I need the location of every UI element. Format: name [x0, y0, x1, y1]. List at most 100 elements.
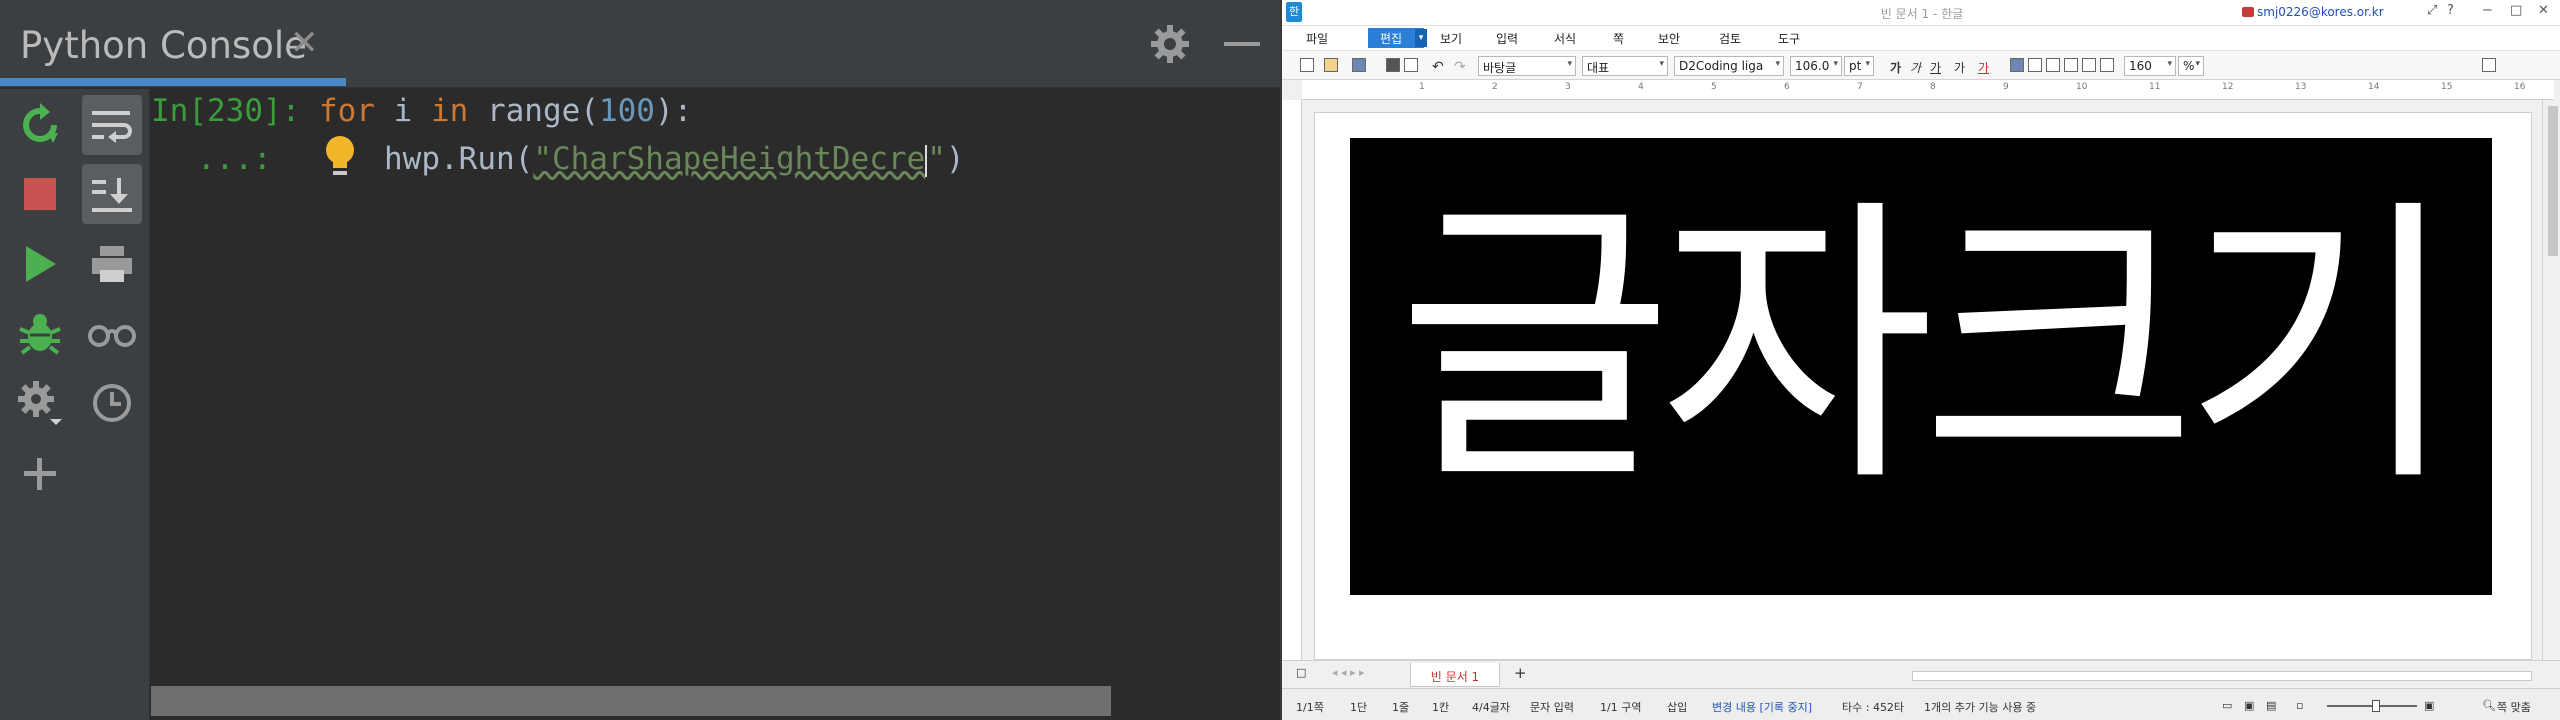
save-icon[interactable]	[1352, 58, 1366, 72]
horizontal-ruler[interactable]: 1 2 3 4 5 6 7 8 9 10 11 12 13 14 15 16	[1302, 80, 2554, 100]
formatting-toolbar: ↶ ↷ 바탕글 대표 D2Coding liga 106.0 pt 가 가 가 …	[1282, 50, 2560, 80]
view-mode-icon[interactable]: ▭	[2222, 699, 2232, 712]
menubar: 파일 편집 ▾ 보기 입력 서식 쪽 보안 검토 도구	[1282, 26, 2560, 50]
console-editor[interactable]: In[230]: for i in range(100): ...: hwp.R…	[151, 89, 1280, 720]
bold-button[interactable]: 가	[1890, 59, 1901, 76]
font-select[interactable]: D2Coding liga	[1674, 56, 1784, 76]
ruler-tick: 15	[2441, 82, 2453, 92]
tab-list-icon[interactable]: □	[1296, 666, 1306, 679]
status-insert[interactable]: 삽입	[1667, 699, 1687, 715]
rerun-icon[interactable]	[10, 95, 70, 155]
toolbar-more-icon[interactable]	[2482, 58, 2496, 72]
ruler-tick: 6	[1784, 82, 1790, 92]
split-align-icon[interactable]	[2100, 58, 2114, 72]
lightbulb-icon[interactable]	[322, 134, 358, 180]
settings-icon[interactable]	[10, 373, 70, 433]
font-size-input[interactable]: 106.0	[1790, 56, 1842, 76]
document-area[interactable]: 글자크기	[1302, 100, 2542, 660]
menu-tools[interactable]: 도구	[1778, 30, 1800, 47]
line-spacing-unit-select[interactable]: %	[2178, 56, 2204, 76]
print-icon[interactable]	[82, 234, 142, 294]
console-tab-title: Python Console	[20, 24, 307, 67]
add-tab-icon[interactable]: +	[1514, 664, 1527, 682]
horizontal-scrollbar[interactable]	[151, 686, 1111, 716]
status-area: 1/1 구역	[1600, 701, 1642, 714]
style-select[interactable]: 바탕글	[1478, 56, 1576, 76]
align-center-icon[interactable]	[2064, 58, 2078, 72]
language-select[interactable]: 대표	[1582, 56, 1668, 76]
document-page[interactable]: 글자크기	[1314, 112, 2532, 660]
window-minimize-icon[interactable]: −	[2482, 3, 2493, 18]
menu-file[interactable]: 파일	[1306, 30, 1328, 47]
ruler-tick: 4	[1638, 82, 1644, 92]
font-color-button[interactable]: 가	[1978, 59, 1989, 76]
vertical-ruler[interactable]	[1282, 100, 1302, 660]
menu-insert[interactable]: 입력	[1496, 30, 1518, 47]
window-restore-icon[interactable]: □	[2510, 3, 2522, 18]
italic-button[interactable]: 가	[1910, 59, 1921, 76]
horizontal-scrollbar-doc[interactable]	[1912, 671, 2532, 681]
chevron-down-icon[interactable]: ▾	[1415, 29, 1427, 47]
active-tab-indicator	[0, 78, 346, 86]
zoom-in-icon[interactable]: ▣	[2424, 699, 2434, 712]
document-tab[interactable]: 빈 문서 1	[1410, 663, 1500, 687]
status-typing-speed: 타수 : 452타	[1842, 701, 1905, 714]
console-tab[interactable]: Python Console ✕	[0, 0, 346, 88]
multi-page-icon[interactable]: ▤	[2266, 699, 2276, 712]
minimize-icon[interactable]	[1224, 42, 1260, 46]
distribute-icon[interactable]	[2082, 58, 2096, 72]
status-page[interactable]: 1/1쪽	[1296, 699, 1324, 715]
scroll-to-end-icon[interactable]	[82, 164, 142, 224]
line-spacing-input[interactable]: 160	[2124, 56, 2176, 76]
printer-icon[interactable]	[1386, 58, 1400, 72]
stop-icon[interactable]	[10, 164, 70, 224]
undo-icon[interactable]: ↶	[1432, 59, 1444, 75]
fullscreen-icon[interactable]: ⤢	[2427, 3, 2437, 18]
run-icon[interactable]	[10, 234, 70, 294]
zoom-slider-handle[interactable]	[2372, 700, 2380, 712]
status-addons[interactable]: 1개의 추가 기능 사용 중	[1924, 699, 2036, 715]
align-justify-icon[interactable]	[2010, 58, 2024, 72]
close-icon[interactable]: ✕	[290, 26, 319, 60]
page-view-icon[interactable]: ▣	[2244, 699, 2254, 712]
status-col: 1칸	[1432, 701, 1450, 714]
ruler-tick: 13	[2295, 82, 2307, 92]
ruler-tick: 3	[1565, 82, 1571, 92]
window-close-icon[interactable]: ✕	[2538, 3, 2549, 18]
open-folder-icon[interactable]	[1324, 58, 1338, 72]
redo-icon[interactable]: ↷	[1454, 59, 1466, 75]
align-left-icon[interactable]	[2028, 58, 2042, 72]
code-text: range(	[468, 93, 599, 129]
vertical-scrollbar[interactable]	[2542, 100, 2560, 660]
zoom-fit-page[interactable]: 쪽 맞춤	[2497, 699, 2531, 715]
status-track-changes[interactable]: 변경 내용 [기록 중지]	[1712, 699, 1812, 715]
python-console-panel: Python Console ✕ In[230]: for i in range…	[0, 0, 1280, 720]
add-icon[interactable]	[10, 444, 70, 504]
menu-format[interactable]: 서식	[1554, 30, 1576, 47]
menu-security[interactable]: 보안	[1658, 30, 1680, 47]
scrollbar-thumb[interactable]	[2548, 106, 2558, 256]
document-text[interactable]: 글자크기	[1350, 148, 2492, 548]
preview-icon[interactable]	[1404, 58, 1418, 72]
menu-view[interactable]: 보기	[1440, 30, 1462, 47]
ruler-tick: 8	[1930, 82, 1936, 92]
zoom-out-icon[interactable]: ▫	[2296, 699, 2303, 712]
history-icon[interactable]	[82, 373, 142, 433]
help-icon[interactable]: ?	[2447, 3, 2454, 18]
debug-icon[interactable]	[10, 303, 70, 363]
search-icon[interactable]: 🔍︎	[2482, 699, 2496, 712]
align-right-icon[interactable]	[2046, 58, 2060, 72]
underline-button[interactable]: 가	[1930, 59, 1941, 76]
highlighted-text-block[interactable]: 글자크기	[1350, 138, 2492, 595]
strikethrough-button[interactable]: 가	[1954, 59, 1965, 76]
menu-review[interactable]: 검토	[1719, 30, 1741, 47]
font-unit-select[interactable]: pt	[1844, 56, 1874, 76]
string-literal: "CharShapeHeightDecre	[533, 141, 926, 177]
account-email[interactable]: smj0226@kores.or.kr	[2257, 5, 2384, 19]
menu-page[interactable]: 쪽	[1613, 30, 1624, 47]
gear-icon[interactable]	[1150, 24, 1190, 64]
new-document-icon[interactable]	[1300, 58, 1314, 72]
tab-nav-icons[interactable]: ◂ ◂ ▸ ▸	[1332, 666, 1365, 679]
show-variables-icon[interactable]	[82, 303, 142, 363]
soft-wrap-icon[interactable]	[82, 95, 142, 155]
